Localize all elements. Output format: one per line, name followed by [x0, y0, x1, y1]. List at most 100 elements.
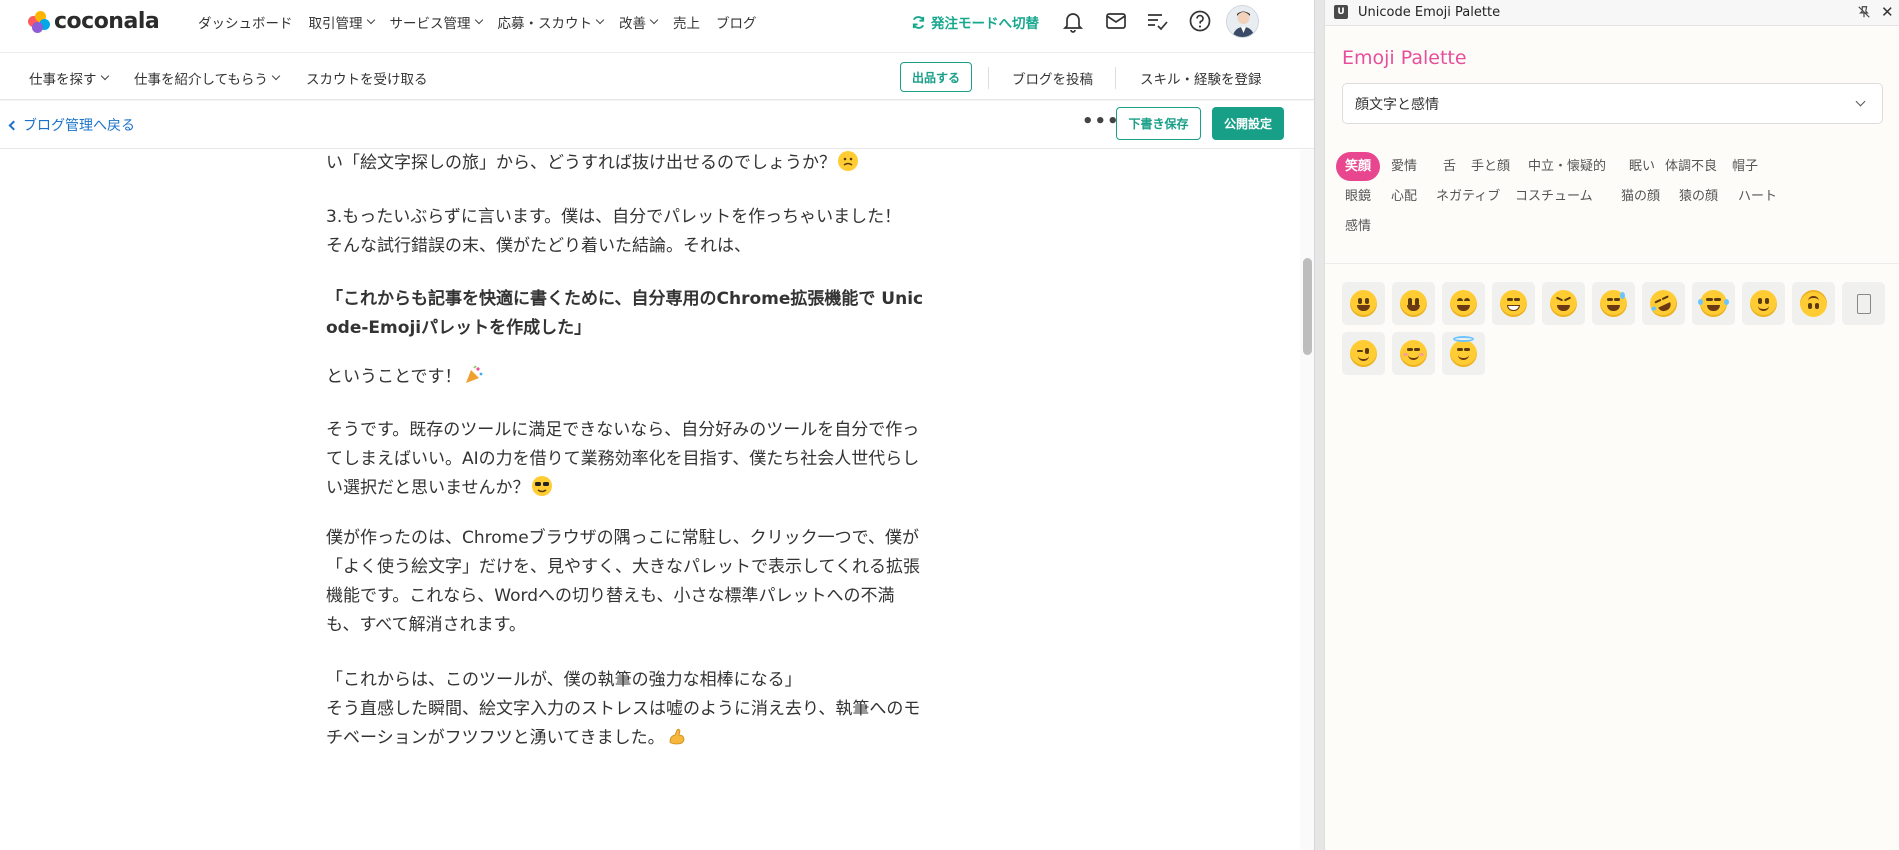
more-options-button[interactable]: ••• — [1082, 111, 1120, 132]
smiling-face-smiling-eyes-emoji-button[interactable] — [1392, 332, 1435, 375]
panel-window-title: Unicode Emoji Palette — [1358, 5, 1501, 20]
face-tears-of-joy-icon — [1698, 290, 1729, 317]
paragraph: 「これからは、このツールが、僕の執筆の強力な相棒になる」 そう直感した瞬間、絵文… — [326, 666, 966, 753]
grinning-face-big-eyes-icon — [1400, 290, 1427, 317]
subcategory-tab-cat-face[interactable]: 猫の顔 — [1612, 182, 1669, 211]
paragraph-line: そうです。既存のツールに満足できないなら、自分好みのツールを自分で作っ — [326, 420, 920, 440]
coconala-logo[interactable]: coconala — [28, 9, 160, 34]
grinning-face-smiling-eyes-emoji-button[interactable] — [1442, 282, 1485, 325]
scrollbar-thumb[interactable] — [1303, 258, 1312, 355]
slightly-smiling-face-icon — [1750, 290, 1777, 317]
sunglasses-face-emoji-icon — [531, 476, 552, 496]
paragraph-line: 「これからは、このツールが、僕の執筆の強力な相棒になる」 — [326, 670, 802, 690]
nav-label: 応募・スカウト — [497, 16, 593, 32]
chevron-down-icon — [649, 15, 659, 25]
mail-icon[interactable] — [1104, 9, 1128, 33]
nav-label: サービス管理 — [389, 16, 471, 32]
nav-sales[interactable]: 売上 — [673, 12, 700, 32]
receive-scout-link[interactable]: スカウトを受け取る — [306, 68, 428, 88]
bell-icon[interactable] — [1061, 9, 1085, 33]
save-draft-button[interactable]: 下書き保存 — [1116, 107, 1201, 140]
face-tears-of-joy-emoji-button[interactable] — [1692, 282, 1735, 325]
chevron-down-icon — [1855, 96, 1866, 107]
mode-switch-label: 発注モードへ切替 — [931, 16, 1039, 32]
panel-titlebar: U Unicode Emoji Palette ✕ — [1325, 0, 1899, 26]
subcategory-tab-affection[interactable]: 愛情 — [1382, 152, 1426, 181]
subcategory-tab-worried[interactable]: 心配 — [1382, 182, 1426, 211]
close-icon[interactable]: ✕ — [1881, 3, 1894, 21]
chevron-down-icon — [100, 71, 109, 81]
smiling-face-halo-emoji-button[interactable] — [1442, 332, 1485, 375]
rolling-laughing-face-emoji-button[interactable] — [1642, 282, 1685, 325]
category-dropdown[interactable]: 顔文字と感情 — [1342, 83, 1883, 124]
category-selected-value: 顔文字と感情 — [1355, 96, 1439, 113]
nav-label: ブログ — [716, 16, 757, 32]
publish-settings-button[interactable]: 公開設定 — [1212, 107, 1284, 140]
rolling-laughing-face-icon — [1645, 285, 1682, 322]
nav-improve[interactable]: 改善 — [619, 12, 659, 32]
nav-applications[interactable]: 応募・スカウト — [497, 12, 605, 32]
smiling-face-smiling-eyes-icon — [1400, 340, 1427, 367]
subcategory-tab-smile[interactable]: 笑顔 — [1336, 152, 1381, 181]
subcategory-tab-glasses[interactable]: 眼鏡 — [1336, 182, 1380, 211]
upside-down-face-emoji-button[interactable] — [1792, 282, 1835, 325]
nav-dashboard[interactable]: ダッシュボード — [198, 12, 293, 32]
slightly-smiling-face-emoji-button[interactable] — [1742, 282, 1785, 325]
highlight-paragraph: 「これからも記事を快適に書くために、自分専用のChrome拡張機能で Unic … — [326, 285, 966, 343]
subcategory-tab-hat[interactable]: 帽子 — [1723, 152, 1767, 181]
sad-face-emoji-icon — [838, 151, 858, 171]
subcategory-tab-tongue[interactable]: 舌 — [1434, 152, 1465, 181]
grinning-face-big-eyes-emoji-button[interactable] — [1392, 282, 1435, 325]
beaming-face-emoji-button[interactable] — [1492, 282, 1535, 325]
task-list-icon[interactable] — [1145, 9, 1169, 33]
grinning-face-emoji-button[interactable] — [1342, 282, 1385, 325]
subcategory-tab-costume[interactable]: コスチューム — [1506, 182, 1602, 211]
paragraph: い「絵文字探しの旅」から、どうすれば抜け出せるのでしょうか？ — [326, 149, 966, 178]
paragraph-line: 「これからも記事を快適に書くために、自分専用のChrome拡張機能で Unic — [326, 289, 924, 309]
post-blog-link[interactable]: ブログを投稿 — [1012, 68, 1093, 88]
register-skill-link[interactable]: スキル・経験を登録 — [1140, 68, 1262, 88]
paragraph-text: ということです！ — [326, 367, 462, 387]
subcategory-tab-unwell[interactable]: 体調不良 — [1656, 152, 1726, 181]
paragraph-line: 3.もったいぶらずに言います。僕は、自分でパレットを作っちゃいました！ — [326, 207, 902, 227]
unsupported-emoji-button[interactable] — [1842, 282, 1885, 325]
help-icon[interactable] — [1188, 9, 1212, 33]
subcategory-tab-heart[interactable]: ハート — [1729, 182, 1786, 211]
subcategory-tab-hand-face[interactable]: 手と顔 — [1462, 152, 1519, 181]
subcategory-tab-emotion[interactable]: 感情 — [1336, 212, 1380, 241]
subcategory-tab-negative[interactable]: ネガティブ — [1427, 182, 1509, 211]
unpin-icon[interactable] — [1857, 5, 1871, 19]
winking-face-icon — [1350, 340, 1377, 367]
user-avatar[interactable] — [1226, 5, 1259, 38]
beaming-face-icon — [1500, 290, 1527, 317]
party-popper-emoji-icon — [464, 365, 484, 385]
sub-header: 仕事を探す 仕事を紹介してもらう スカウトを受け取る 出品する ブログを投稿 ス… — [0, 52, 1314, 100]
subnav-label: 仕事を紹介してもらう — [134, 72, 268, 88]
squinting-face-emoji-button[interactable] — [1542, 282, 1585, 325]
winking-face-emoji-button[interactable] — [1342, 332, 1385, 375]
global-header: coconala ダッシュボード 取引管理 サービス管理 応募・スカウト 改善 … — [0, 0, 1314, 50]
scrollbar-track[interactable] — [1300, 150, 1314, 850]
chevron-down-icon — [271, 71, 281, 81]
editor-toolbar: ブログ管理へ戻る ••• 下書き保存 公開設定 — [0, 101, 1314, 149]
subnav-label: ブログを投稿 — [1012, 72, 1093, 88]
nav-blog[interactable]: ブログ — [716, 12, 757, 32]
paragraph-line: も、すべて解消されます。 — [326, 615, 526, 635]
nav-label: 改善 — [619, 16, 646, 32]
paragraph: 3.もったいぶらずに言います。僕は、自分でパレットを作っちゃいました！ そんな試… — [326, 203, 966, 261]
blog-editor-window: coconala ダッシュボード 取引管理 サービス管理 応募・スカウト 改善 … — [0, 0, 1314, 850]
subcategory-tab-neutral[interactable]: 中立・懐疑的 — [1519, 152, 1615, 181]
extension-app-icon: U — [1334, 5, 1348, 19]
buyer-mode-switch[interactable]: 発注モードへ切替 — [911, 12, 1039, 32]
nav-services[interactable]: サービス管理 — [389, 12, 483, 32]
chevron-down-icon — [366, 15, 375, 25]
paragraph-line: そんな試行錯誤の末、僕がたどり着いた結論。それは、 — [326, 236, 751, 256]
divider — [1115, 67, 1116, 89]
sell-button[interactable]: 出品する — [900, 62, 972, 92]
get-work-introduced-menu[interactable]: 仕事を紹介してもらう — [134, 68, 281, 88]
nav-transactions[interactable]: 取引管理 — [309, 12, 375, 32]
find-work-menu[interactable]: 仕事を探す — [29, 68, 109, 88]
back-to-blog-management-link[interactable]: ブログ管理へ戻る — [8, 115, 135, 135]
grinning-face-sweat-emoji-button[interactable] — [1592, 282, 1635, 325]
subcategory-tab-monkey-face[interactable]: 猿の顔 — [1670, 182, 1727, 211]
